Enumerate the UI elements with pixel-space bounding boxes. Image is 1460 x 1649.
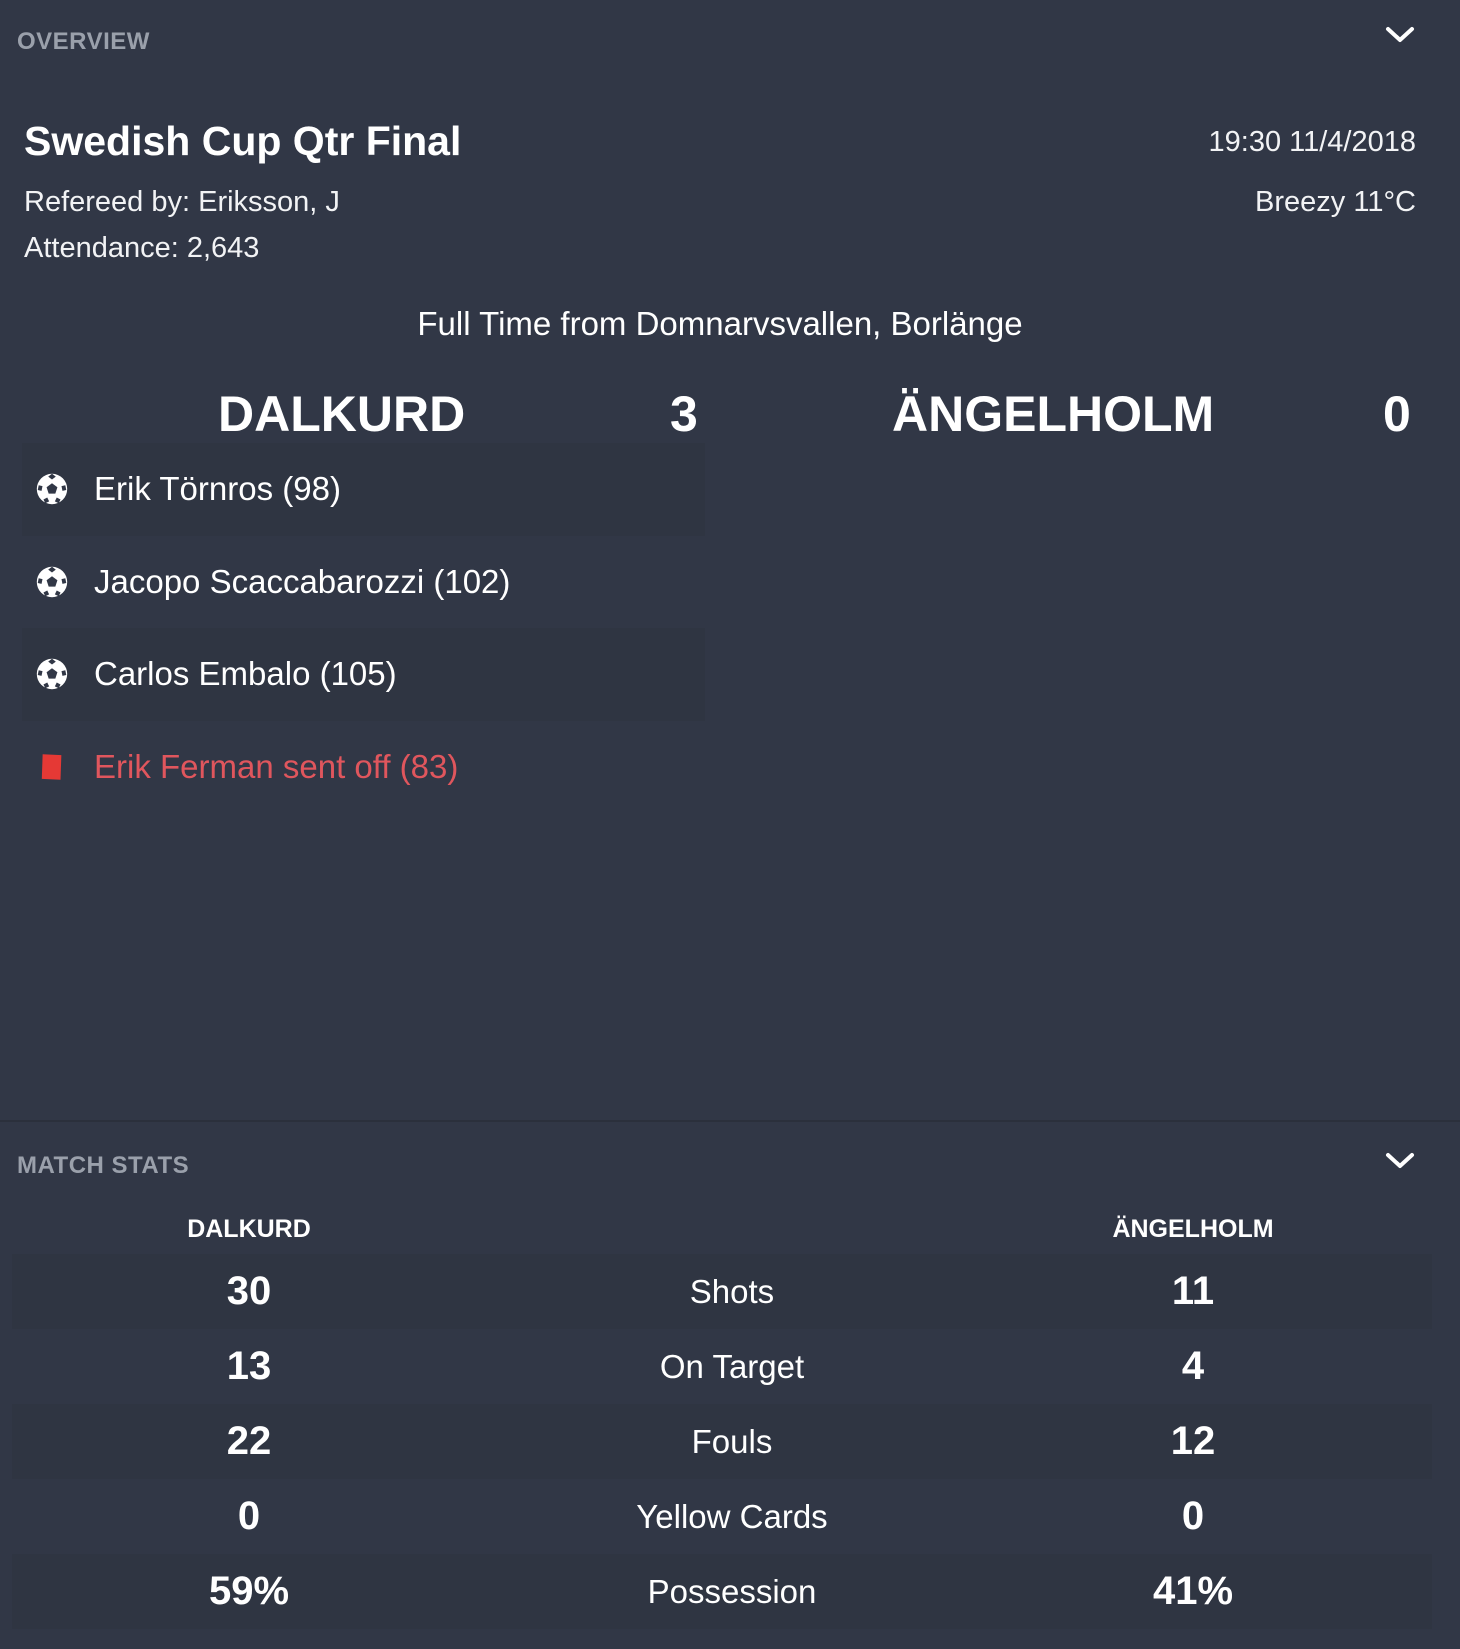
stat-away-value: 4 [1181,1344,1205,1388]
stat-label: Possession [647,1573,817,1610]
event-text: Erik Törnros (98) [94,470,341,508]
match-events-list: Erik Törnros (98) Jacopo Scaccabarozzi (… [22,443,705,813]
goal-event[interactable]: Erik Törnros (98) [22,443,705,536]
stat-home-value: 13 [226,1344,272,1388]
match-stats-table: 30 Shots 11 13 On Target 4 22 Fouls 12 0… [12,1254,1432,1629]
stats-home-team-header: DALKURD [187,1215,311,1243]
match-stats-section-title: MATCH STATS [17,1152,190,1179]
stat-away-value: 12 [1170,1419,1216,1463]
chevron-down-icon [1386,27,1414,42]
stat-row: 22 Fouls 12 [12,1404,1432,1479]
stat-label: Yellow Cards [636,1498,828,1535]
competition-title: Swedish Cup Qtr Final [24,118,462,164]
stat-row: 59% Possession 41% [12,1554,1432,1629]
stat-row: 13 On Target 4 [12,1329,1432,1404]
home-team-score: 3 [670,386,698,442]
stat-row: 30 Shots 11 [12,1254,1432,1329]
stat-away-value: 11 [1171,1269,1215,1313]
football-icon [32,562,72,602]
goal-event[interactable]: Carlos Embalo (105) [22,628,705,721]
stat-home-value: 30 [226,1269,272,1313]
overview-section-title: OVERVIEW [17,28,150,55]
away-team-name[interactable]: ÄNGELHOLM [892,385,1214,443]
stat-away-value: 41% [1152,1569,1234,1613]
stat-home-value: 59% [208,1569,290,1613]
home-team-name[interactable]: DALKURD [218,385,465,443]
stat-label: Shots [689,1273,775,1310]
attendance-text: Attendance: 2,643 [24,232,260,264]
stats-away-team-header: ÄNGELHOLM [1112,1215,1274,1243]
stat-label: Fouls [691,1423,773,1460]
overview-collapse-button[interactable] [1383,22,1417,48]
football-icon [32,654,72,694]
stat-home-value: 0 [237,1494,261,1538]
event-text: Carlos Embalo (105) [94,655,397,693]
chevron-down-icon [1386,1153,1414,1168]
away-team-score: 0 [1383,386,1411,442]
event-text: Jacopo Scaccabarozzi (102) [94,562,511,600]
overview-panel: OVERVIEW Swedish Cup Qtr Final Refereed … [0,0,1460,1120]
event-text: Erik Ferman sent off (83) [94,747,459,785]
red-card-event[interactable]: Erik Ferman sent off (83) [22,721,705,814]
stat-home-value: 22 [226,1419,272,1463]
red-card-icon [32,747,72,787]
kickoff-time: 19:30 11/4/2018 [1208,126,1417,158]
stat-away-value: 0 [1181,1494,1205,1538]
match-stats-collapse-button[interactable] [1383,1148,1417,1174]
weather-text: Breezy 11°C [1255,186,1416,218]
stat-label: On Target [659,1348,805,1385]
football-icon [32,469,72,509]
venue-line: Full Time from Domnarvsvallen, Borlänge [417,305,1023,342]
goal-event[interactable]: Jacopo Scaccabarozzi (102) [22,536,705,629]
referee-text: Refereed by: Eriksson, J [24,186,340,218]
stat-row: 0 Yellow Cards 0 [12,1479,1432,1554]
